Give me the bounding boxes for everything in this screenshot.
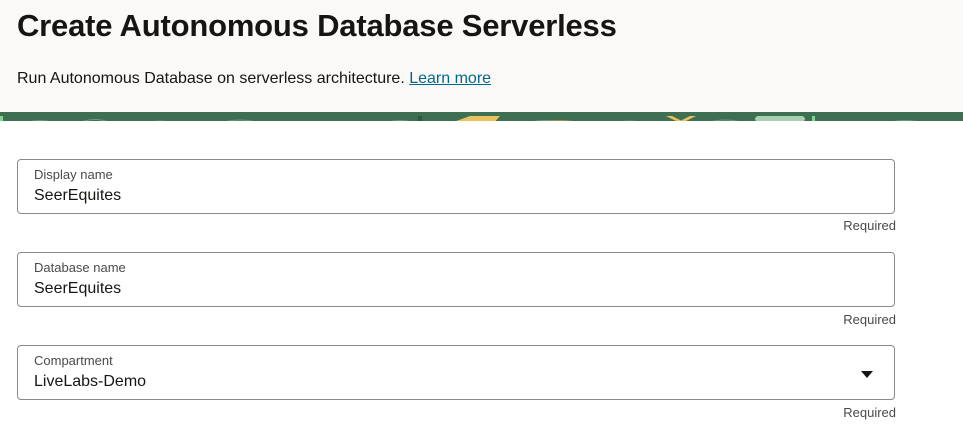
banner-pattern	[0, 112, 963, 121]
display-name-field[interactable]: Display name SeerEquites	[17, 159, 895, 214]
page-subtitle: Run Autonomous Database on serverless ar…	[17, 70, 491, 88]
chevron-down-icon[interactable]	[861, 371, 873, 378]
compartment-required: Required	[843, 405, 896, 420]
decorative-banner	[0, 112, 963, 121]
page-title: Create Autonomous Database Serverless	[17, 8, 617, 43]
display-name-required: Required	[843, 218, 896, 233]
display-name-label: Display name	[34, 167, 113, 182]
compartment-value[interactable]: LiveLabs-Demo	[34, 373, 146, 391]
display-name-input[interactable]: SeerEquites	[34, 187, 121, 205]
database-name-required: Required	[843, 312, 896, 327]
subtitle-text: Run Autonomous Database on serverless ar…	[17, 70, 405, 87]
compartment-label: Compartment	[34, 353, 113, 368]
database-name-input[interactable]: SeerEquites	[34, 280, 121, 298]
learn-more-link[interactable]: Learn more	[409, 70, 491, 87]
page-header: Create Autonomous Database Serverless Ru…	[0, 0, 963, 112]
database-name-field[interactable]: Database name SeerEquites	[17, 252, 895, 307]
database-name-label: Database name	[34, 260, 126, 275]
compartment-select[interactable]: Compartment LiveLabs-Demo	[17, 345, 895, 400]
